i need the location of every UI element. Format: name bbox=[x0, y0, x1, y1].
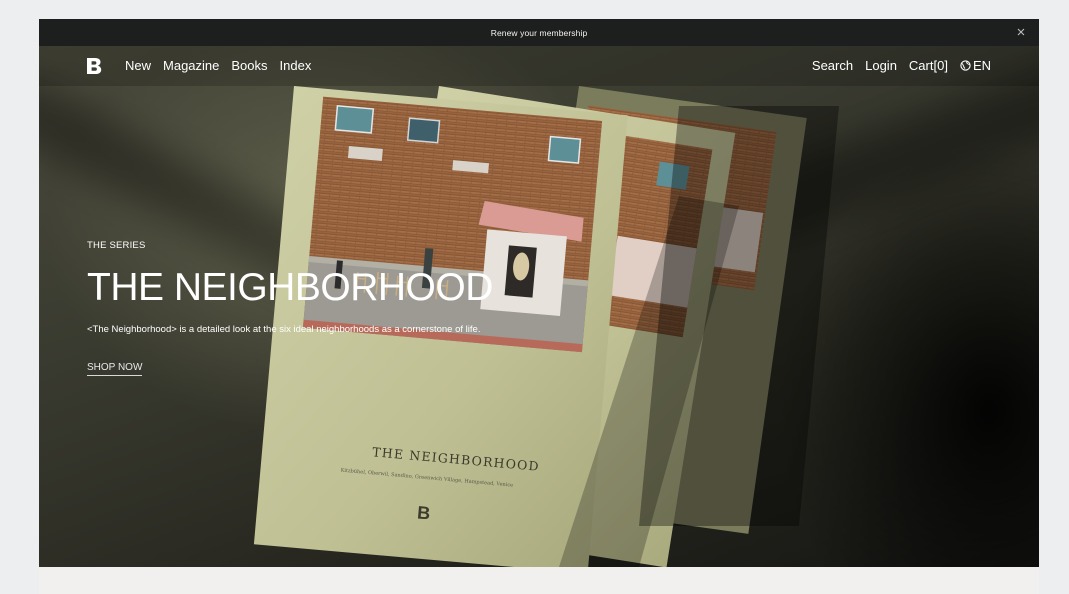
nav-link-index[interactable]: Index bbox=[280, 58, 312, 73]
language-selector[interactable]: EN bbox=[960, 58, 991, 73]
page-frame: Renew your membership THE NEIGHBORHOOD K… bbox=[39, 19, 1039, 594]
nav-left-links: New Magazine Books Index bbox=[125, 58, 311, 73]
cart-link[interactable]: Cart[0] bbox=[909, 58, 948, 73]
hero-eyebrow: THE SERIES bbox=[87, 240, 146, 251]
hero-description: <The Neighborhood> is a detailed look at… bbox=[87, 324, 481, 335]
announcement-text[interactable]: Renew your membership bbox=[491, 28, 588, 38]
nav-right-links: Search Login Cart[0] EN bbox=[812, 58, 991, 73]
nav-link-magazine[interactable]: Magazine bbox=[163, 58, 219, 73]
login-link[interactable]: Login bbox=[865, 58, 897, 73]
close-icon[interactable] bbox=[1015, 26, 1027, 38]
nav-link-new[interactable]: New bbox=[125, 58, 151, 73]
main-navigation: New Magazine Books Index Search Login Ca… bbox=[39, 46, 1039, 86]
language-label: EN bbox=[972, 58, 991, 73]
announcement-bar[interactable]: Renew your membership bbox=[39, 19, 1039, 46]
shop-now-button[interactable]: SHOP NOW bbox=[87, 362, 143, 376]
magazine-cover-logo: B bbox=[416, 502, 431, 523]
search-link[interactable]: Search bbox=[812, 58, 853, 73]
hero-title: THE NEIGHBORHOOD bbox=[87, 266, 493, 309]
globe-icon bbox=[960, 60, 971, 71]
nav-link-books[interactable]: Books bbox=[231, 58, 267, 73]
logo-icon[interactable] bbox=[86, 57, 102, 75]
